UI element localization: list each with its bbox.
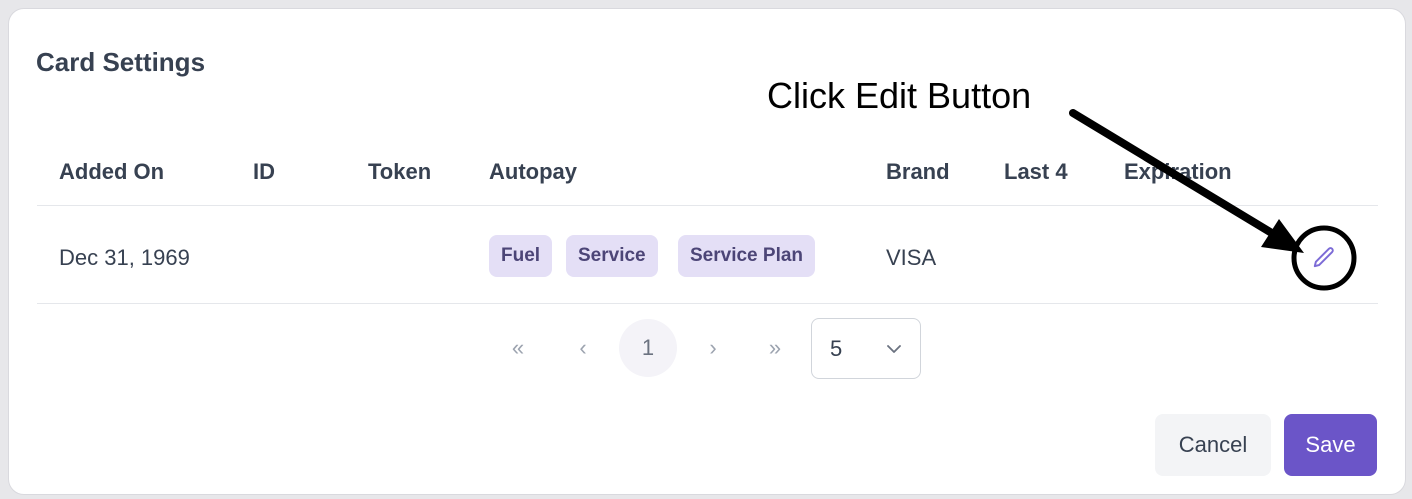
autopay-badge-service-plan: Service Plan bbox=[678, 235, 816, 277]
page-size-select[interactable]: 5 bbox=[811, 318, 921, 379]
pencil-icon bbox=[1313, 247, 1334, 268]
annotation-label: Click Edit Button bbox=[767, 75, 1032, 116]
header-divider bbox=[37, 205, 1378, 206]
card-settings-dialog: Card Settings Click Edit Button Added On… bbox=[8, 8, 1406, 495]
cell-brand: VISA bbox=[886, 245, 937, 270]
column-header-expiration[interactable]: Expiration bbox=[1124, 159, 1232, 185]
column-header-autopay[interactable]: Autopay bbox=[489, 159, 577, 185]
prev-page-button[interactable]: ‹ bbox=[554, 319, 612, 377]
cell-added-on: Dec 31, 1969 bbox=[59, 245, 190, 270]
chevron-down-icon bbox=[887, 344, 901, 353]
autopay-badge-service: Service bbox=[566, 235, 658, 277]
next-page-button[interactable]: › bbox=[684, 319, 742, 377]
page-button-1[interactable]: 1 bbox=[619, 319, 677, 377]
last-page-button[interactable]: » bbox=[746, 319, 804, 377]
autopay-badge-fuel: Fuel bbox=[489, 235, 553, 277]
cancel-button[interactable]: Cancel bbox=[1155, 414, 1271, 476]
column-header-last4[interactable]: Last 4 bbox=[1004, 159, 1068, 185]
edit-button[interactable] bbox=[1298, 232, 1350, 284]
row-divider bbox=[37, 303, 1378, 304]
column-header-token[interactable]: Token bbox=[368, 159, 431, 185]
column-header-id[interactable]: ID bbox=[253, 159, 275, 185]
column-header-brand[interactable]: Brand bbox=[886, 159, 950, 185]
first-page-button[interactable]: « bbox=[489, 319, 547, 377]
save-button[interactable]: Save bbox=[1284, 414, 1377, 476]
column-header-added-on[interactable]: Added On bbox=[59, 159, 164, 185]
page-size-value: 5 bbox=[830, 335, 843, 361]
dialog-title: Card Settings bbox=[36, 47, 206, 77]
annotation-arrow-head bbox=[1261, 219, 1304, 253]
